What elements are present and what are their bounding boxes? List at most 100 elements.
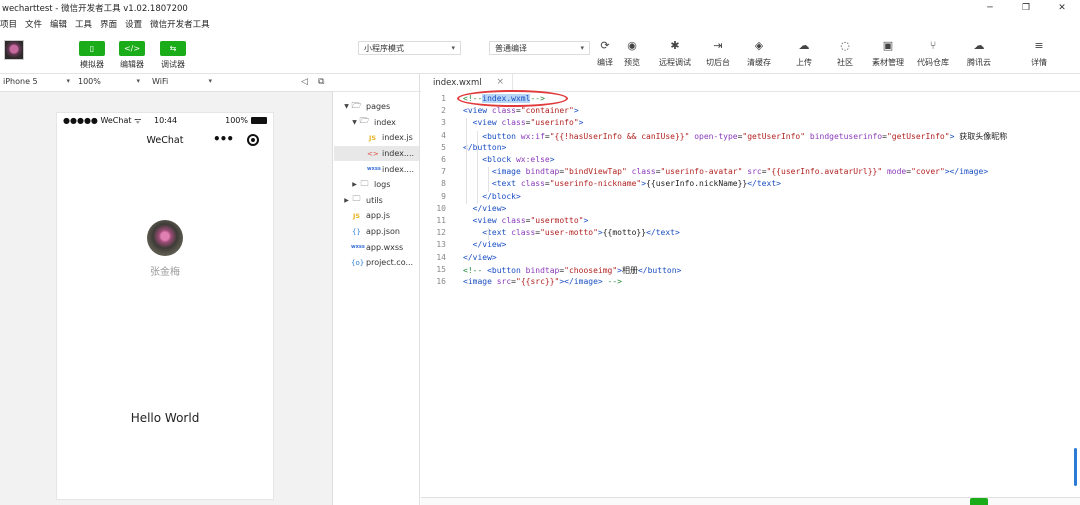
code-token: "userinfo" [530,118,579,128]
window-controls: ─ ❐ ✕ [972,0,1080,15]
file-tree-item[interactable]: {} app.json [334,224,419,240]
preview-button[interactable]: ◉ 预览 [615,39,649,68]
compile-select[interactable]: 普通编译 ▾ [489,41,590,55]
code-line[interactable]: <button wx:if="{{!hasUserInfo && canIUse… [463,131,1007,142]
menu-edit[interactable]: 编辑 [50,18,67,30]
repo-button[interactable]: ⑂ 代码仓库 [916,39,950,68]
minimize-button[interactable]: ─ [972,0,1008,15]
file-tree-item[interactable]: ▼ 🗁 pages [334,99,419,115]
menu-tools[interactable]: 工具 [75,18,92,30]
code-line[interactable]: <image bindtap="bindViewTap" class="user… [463,167,988,176]
device-select[interactable]: iPhone 5 ▾ [3,77,70,89]
code-line[interactable]: </block> [463,192,521,201]
line-number: 13 [436,240,446,250]
file-tree-item[interactable]: wxss index.... [334,161,419,177]
file-tree-pane: ▼ 🗁 pages ▼ 🗁 index JS index.js <> index.... wxss i… [334,74,420,505]
project-avatar[interactable] [4,40,24,60]
chat-icon: ◌ [840,39,850,52]
file-tree-item[interactable]: ▶ 🗀 logs [334,177,419,193]
title-bar: wecharttest - 微信开发者工具 v1.02.1807200 ─ ❐ … [0,0,1080,15]
code-line[interactable]: <image src="{{src}}"></image> --> [463,277,622,286]
code-token: "{{!hasUserInfo && canIUse}}" [549,131,690,141]
close-button[interactable]: ✕ [1044,0,1080,15]
mode-select[interactable]: 小程序模式 ▾ [358,41,461,55]
code-token: > [583,216,589,225]
details-button[interactable]: ≡ 详情 [1022,39,1056,68]
file-tree-item[interactable]: wxss app.wxss [334,239,419,255]
record-icon[interactable] [247,134,259,146]
code-token: wx:if [520,131,545,141]
code-line[interactable]: <!-- <button bindtap="chooseimg">相册</but… [463,265,681,276]
line-number: 6 [441,155,446,164]
popout-icon[interactable]: ⧉ [318,77,324,87]
code-line[interactable]: <view class="userinfo"> [463,118,584,128]
code-line[interactable]: </view> [463,253,497,262]
simulator-toggle-button[interactable]: ▯ [79,41,105,56]
maximize-button[interactable]: ❐ [1008,0,1044,15]
user-motto: Hello World [130,411,200,425]
editor-label: 编辑器 [120,60,144,69]
file-tree-item[interactable]: {o} project.co... [334,255,419,271]
code-token: "user-motto" [540,228,598,238]
caret-down-icon[interactable]: ▼ [350,119,359,126]
file-tree-label: logs [374,180,391,190]
menu-bar: 项目 文件 编辑 工具 界面 设置 微信开发者工具 [0,15,218,32]
code-line[interactable]: <view class="usermotto"> [463,216,589,225]
upload-label: 上传 [796,58,812,67]
menu-settings[interactable]: 设置 [125,18,142,30]
file-tree-item[interactable]: ▼ 🗁 index [334,115,419,131]
close-icon[interactable]: × [496,77,504,87]
debug-icon: ⇆ [169,44,177,53]
code-token: src [496,277,512,286]
volume-icon[interactable]: ◁ [301,77,308,87]
tencent-cloud-button[interactable]: ☁ 腾讯云 [962,39,996,68]
caret-right-icon[interactable]: ▶ [350,181,359,188]
code-line[interactable]: <view class="container"> [463,106,579,115]
code-line[interactable]: </button> [463,143,506,152]
file-tree-item[interactable]: <> index.... [334,145,419,162]
file-tree-header [334,74,419,92]
caret-down-icon[interactable]: ▼ [342,103,351,110]
phone-screen[interactable]: ●●●●● WeChat ᯤ 10:44 100% WeChat ••• 张金梅… [56,112,274,500]
code-line[interactable]: <text class="userinfo-nickname">{{userIn… [463,179,781,188]
zoom-select[interactable]: 100% ▾ [78,77,140,89]
caret-right-icon[interactable]: ▶ [342,197,351,204]
scroll-indicator[interactable] [1074,448,1077,486]
remote-debug-button[interactable]: ✱ 远程调试 [658,39,692,68]
user-avatar[interactable] [147,220,183,256]
line-number: 3 [441,118,446,128]
debugger-toggle-button[interactable]: ⇆ [160,41,186,56]
file-tree-label: project.co... [366,258,414,268]
carrier-text: ●●●●● WeChat ᯤ [63,115,141,126]
upload-button[interactable]: ☁ 上传 [787,39,821,68]
file-tree-item[interactable]: JS app.js [334,208,419,224]
file-tree-label: app.json [366,227,400,237]
code-token: "chooseimg" [564,265,618,275]
code-token: </block> [482,191,521,201]
file-tree-item[interactable]: ▶ 🗀 utils [334,193,419,209]
network-select[interactable]: WiFi ▾ [152,77,212,89]
folder-icon: 🗀 [352,194,361,204]
menu-file[interactable]: 文件 [25,18,42,30]
community-button[interactable]: ◌ 社区 [828,39,862,68]
assets-button[interactable]: ▣ 素材管理 [871,39,905,68]
more-dots-icon[interactable]: ••• [213,132,234,146]
tab-label: index.wxml [433,78,482,88]
file-tree-item[interactable]: JS index.js [334,130,419,146]
code-line[interactable]: </view> [463,204,507,213]
line-number: 12 [436,228,446,238]
editor-toggle-button[interactable]: </> [119,41,145,56]
code-line[interactable]: <text class="user-motto">{{motto}}</text… [463,228,680,237]
background-button[interactable]: ⇥ 切后台 [701,39,735,68]
menu-devtools[interactable]: 微信开发者工具 [150,18,210,30]
clear-cache-button[interactable]: ◈ 清缓存 [742,39,776,68]
folder-icon: 🗁 [359,116,370,126]
line-number: 5 [441,142,446,152]
menu-view[interactable]: 界面 [100,18,117,30]
menu-project[interactable]: 项目 [0,18,17,30]
code-token: > [578,118,584,128]
code-line[interactable]: </view> [463,240,507,249]
code-token: <image [463,277,497,286]
